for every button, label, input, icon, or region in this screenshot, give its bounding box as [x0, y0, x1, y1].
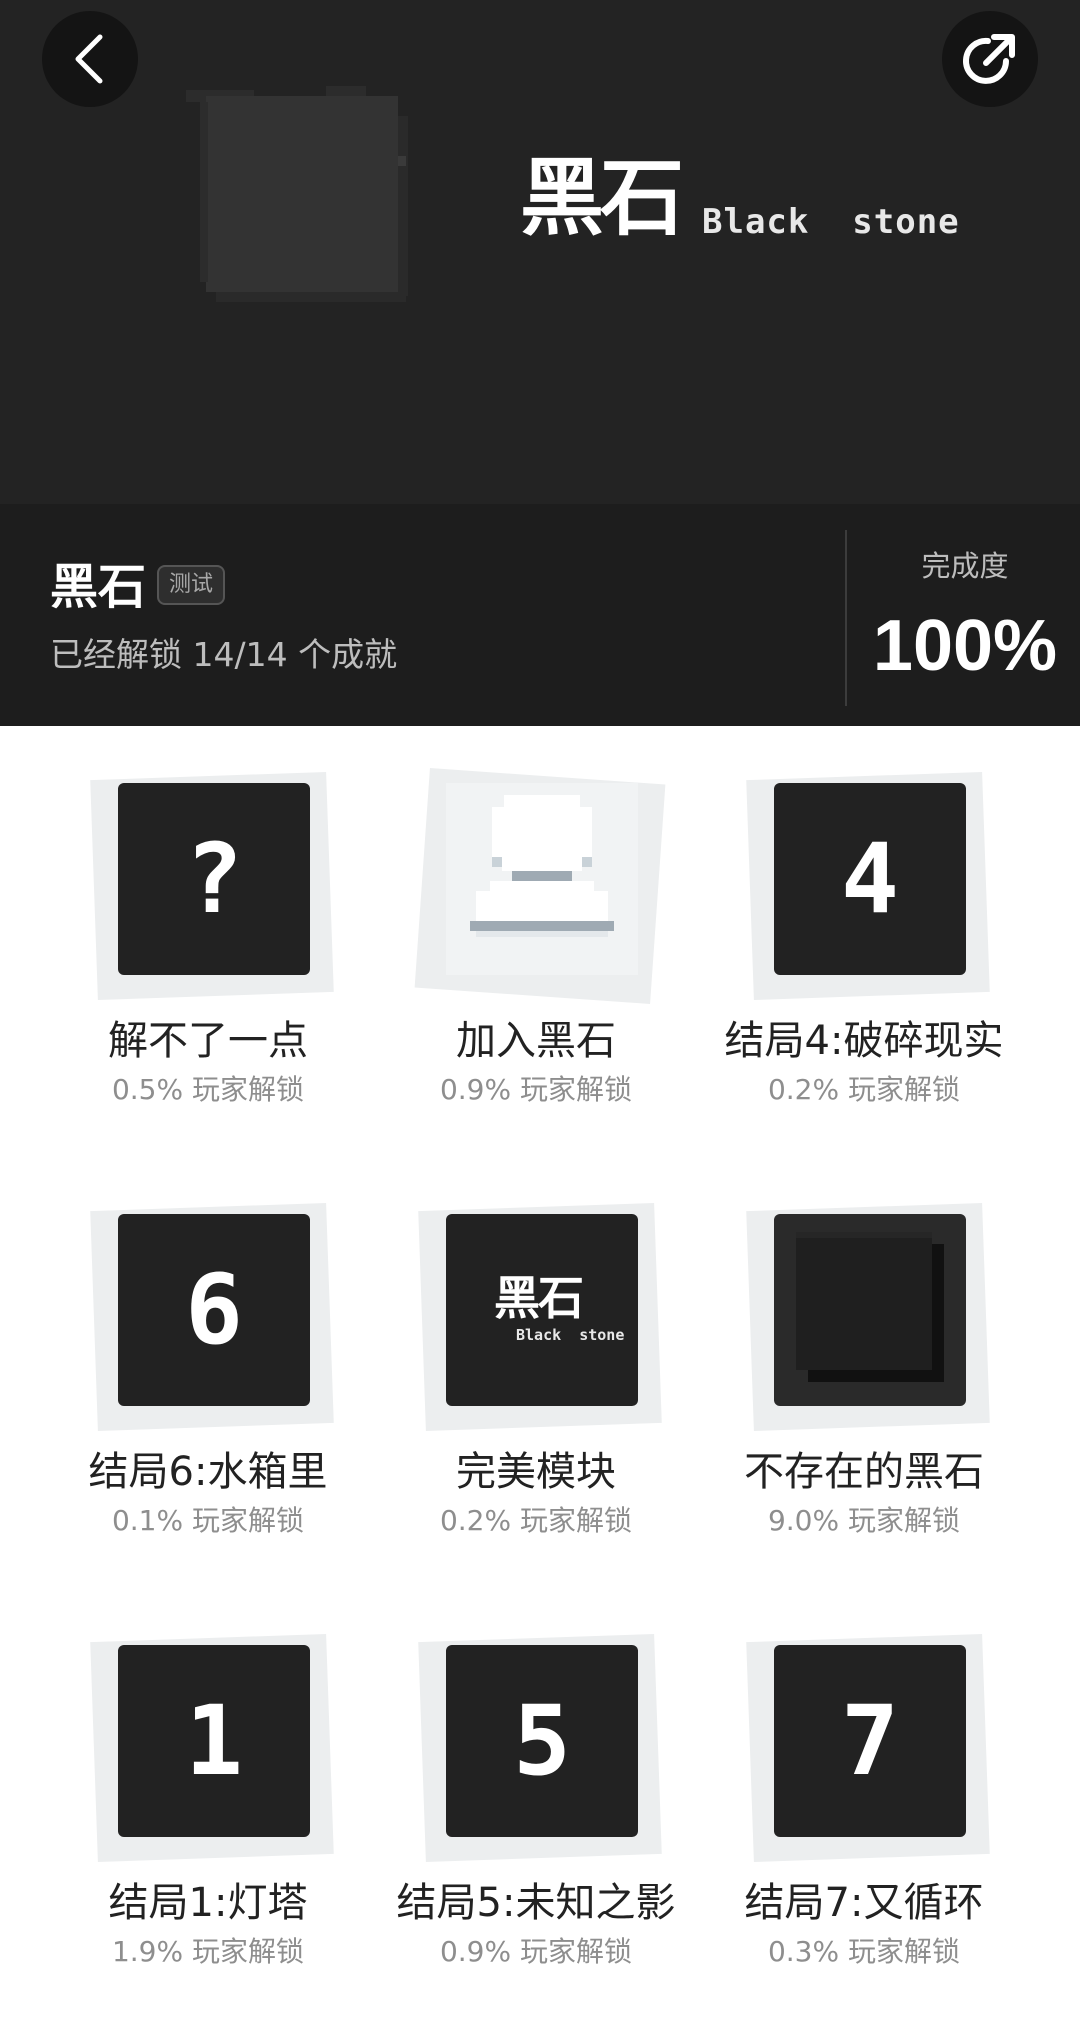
achievement-badge: 4 — [774, 783, 966, 975]
share-icon — [963, 34, 1015, 84]
back-arrow-icon — [75, 34, 103, 84]
game-hero: 黑石 Black stone — [0, 0, 1080, 504]
black-stone-logo: 黑石 Black stone — [520, 149, 959, 260]
achievement-item[interactable]: 5 结局5:未知之影 0.9% 玩家解锁 — [372, 1588, 700, 1978]
achievement-unlock-rate: 9.0% 玩家解锁 — [767, 1504, 961, 1537]
number-glyph: 4 — [841, 823, 899, 935]
info-divider — [845, 530, 847, 706]
logo-chinese-text: 黑石 — [520, 149, 684, 247]
black-stone-logo-icon: 黑石 Black stone — [446, 1214, 638, 1406]
achievement-grid: ? 解不了一点 0.5% 玩家解锁 加入黑石 0.9% 玩家解锁 4 结局4:破… — [0, 726, 1080, 2042]
achievement-unlock-rate: 0.3% 玩家解锁 — [767, 1935, 961, 1968]
achievement-badge: ? — [118, 783, 310, 975]
achievement-unlock-rate: 1.9% 玩家解锁 — [111, 1935, 305, 1968]
achievement-item[interactable]: 7 结局7:又循环 0.3% 玩家解锁 — [700, 1588, 1028, 1978]
share-button[interactable] — [942, 11, 1038, 107]
back-button[interactable] — [42, 11, 138, 107]
achievement-name: 不存在的黑石 — [744, 1449, 984, 1495]
achievement-badge: 6 — [118, 1214, 310, 1406]
achievement-unlock-rate: 0.2% 玩家解锁 — [767, 1073, 961, 1106]
achievement-name: 结局1:灯塔 — [108, 1880, 308, 1926]
achievement-badge: 1 — [118, 1645, 310, 1837]
unlock-progress-text: 已经解锁 14/14 个成就 — [50, 635, 398, 674]
achievement-name: 完美模块 — [456, 1449, 616, 1495]
game-title: 黑石 — [50, 561, 147, 614]
logo-english-text: Black stone — [702, 202, 960, 242]
game-info-bar: 黑石 测试 已经解锁 14/14 个成就 完成度 100% — [0, 504, 1080, 726]
achievement-name: 结局7:又循环 — [744, 1880, 984, 1926]
achievement-name: 结局5:未知之影 — [396, 1880, 676, 1926]
achievement-unlock-rate: 0.2% 玩家解锁 — [439, 1504, 633, 1537]
achievement-item[interactable]: 加入黑石 0.9% 玩家解锁 — [372, 726, 700, 1116]
question-mark-icon: ? — [185, 823, 243, 935]
mini-logo-english: Black stone — [516, 1326, 625, 1344]
achievement-item[interactable]: 黑石 Black stone 完美模块 0.2% 玩家解锁 — [372, 1157, 700, 1547]
achievement-badge — [774, 1214, 966, 1406]
completion-label: 完成度 — [921, 549, 1009, 583]
completion-value: 100% — [872, 606, 1058, 686]
achievement-unlock-rate: 0.9% 玩家解锁 — [439, 1073, 633, 1106]
black-square-icon — [796, 1232, 944, 1382]
achievement-item[interactable]: ? 解不了一点 0.5% 玩家解锁 — [44, 726, 372, 1116]
black-stone-icon — [186, 86, 408, 302]
achievement-name: 解不了一点 — [108, 1018, 308, 1064]
person-icon — [470, 795, 614, 937]
number-glyph: 5 — [513, 1685, 571, 1797]
number-glyph: 1 — [185, 1685, 243, 1797]
achievement-badge — [446, 783, 638, 975]
achievement-badge: 5 — [446, 1645, 638, 1837]
number-glyph: 6 — [185, 1254, 243, 1366]
mini-logo-chinese: 黑石 — [494, 1271, 584, 1325]
achievement-item[interactable]: 1 结局1:灯塔 1.9% 玩家解锁 — [44, 1588, 372, 1978]
achievement-name: 结局6:水箱里 — [88, 1449, 328, 1495]
achievement-name: 结局4:破碎现实 — [724, 1018, 1004, 1064]
achievement-badge: 7 — [774, 1645, 966, 1837]
achievement-unlock-rate: 0.9% 玩家解锁 — [439, 1935, 633, 1968]
test-badge: 测试 — [157, 565, 226, 605]
achievement-unlock-rate: 0.1% 玩家解锁 — [111, 1504, 305, 1537]
achievement-item[interactable]: 不存在的黑石 9.0% 玩家解锁 — [700, 1157, 1028, 1547]
achievement-item[interactable]: 6 结局6:水箱里 0.1% 玩家解锁 — [44, 1157, 372, 1547]
achievement-unlock-rate: 0.5% 玩家解锁 — [111, 1073, 305, 1106]
achievement-badge: 黑石 Black stone — [446, 1214, 638, 1406]
number-glyph: 7 — [841, 1685, 899, 1797]
achievement-name: 加入黑石 — [456, 1018, 616, 1064]
achievement-item[interactable]: 4 结局4:破碎现实 0.2% 玩家解锁 — [700, 726, 1028, 1116]
